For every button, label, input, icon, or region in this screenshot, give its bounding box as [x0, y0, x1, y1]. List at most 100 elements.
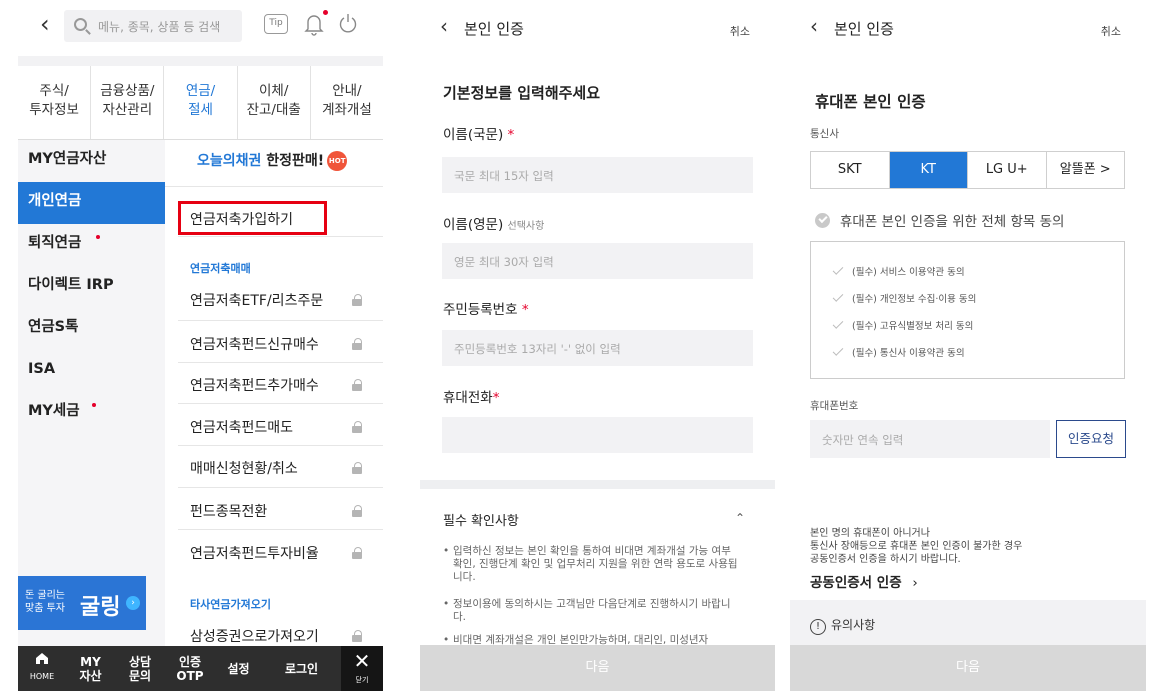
- nav-item-direct-irp[interactable]: 다이렉트 IRP: [18, 266, 165, 308]
- banner-line2: 맞춤 투자: [25, 603, 65, 614]
- notice-bullet: 입력하신 정보는 본인 확인을 통하여 비대면 계좌개설 가능 여부 확인, 진…: [443, 545, 743, 584]
- pension-savings-signup-item[interactable]: 연금저축가입하기: [178, 201, 327, 235]
- new-dot: [92, 403, 96, 407]
- korean-name-label: 이름(국문) *: [443, 127, 515, 143]
- my-assets-button[interactable]: MY 자산: [66, 646, 115, 691]
- search-input[interactable]: 메뉴, 종목, 상품 등 검색: [64, 10, 242, 42]
- menu-item[interactable]: 연금저축펀드투자비율: [190, 543, 370, 563]
- carrier-kt[interactable]: KT: [889, 152, 968, 188]
- left-nav: MY연금자산 개인연금 퇴직연금 다이렉트 IRP 연금S톡 ISA MY세금 …: [18, 140, 165, 646]
- english-name-input[interactable]: 영문 최대 30자 입력: [442, 243, 753, 279]
- bottom-bar: HOME MY 자산 상담 문의 인증 OTP 설정 로그인 ✕ 닫기: [18, 646, 383, 691]
- category-tabs: 주식/투자정보 금융상품/자산관리 연금/절세 이체/잔고/대출 안내/계좌개설: [18, 66, 383, 140]
- term-item[interactable]: (필수) 통신사 이용약관 동의: [832, 345, 965, 359]
- bond-promo[interactable]: 오늘의채권 한정판매! HOT: [197, 150, 348, 171]
- screenshot-root: ‹ 메뉴, 종목, 상품 등 검색 Tip 주식/투자정보 금융상품/자산관리 …: [0, 0, 1156, 691]
- term-item[interactable]: (필수) 고유식별정보 처리 동의: [832, 318, 973, 332]
- page-title: 본인 인증: [834, 20, 894, 38]
- header: ‹ 본인 인증 취소: [790, 0, 1146, 56]
- cancel-button[interactable]: 취소: [730, 23, 750, 39]
- korean-name-input[interactable]: 국문 최대 15자 입력: [442, 157, 753, 193]
- carrier-selector: SKT KT LG U+ 알뜰폰 >: [810, 151, 1125, 189]
- nav-item-my-tax[interactable]: MY세금: [18, 392, 165, 434]
- terms-box: (필수) 서비스 이용약관 동의 (필수) 개인정보 수집·이용 동의 (필수)…: [810, 241, 1125, 379]
- lock-icon: [352, 338, 362, 350]
- divider: [178, 236, 383, 237]
- back-icon[interactable]: ‹: [440, 14, 448, 38]
- hot-badge: HOT: [327, 151, 348, 171]
- agree-all-checkbox[interactable]: 휴대폰 본인 인증을 위한 전체 항목 동의: [815, 210, 1064, 230]
- arrow-right-icon: ›: [126, 596, 140, 610]
- otp-button[interactable]: 인증 OTP: [165, 646, 215, 691]
- required-notice-title: 필수 확인사항: [443, 514, 519, 529]
- notice-line: 공동인증서 인증을 하시기 바랍니다.: [810, 554, 961, 565]
- settings-button[interactable]: 설정: [215, 646, 262, 691]
- nav-item-pension-talk[interactable]: 연금S톡: [18, 308, 165, 350]
- carrier-lgu[interactable]: LG U+: [968, 152, 1047, 188]
- carrier-skt[interactable]: SKT: [811, 152, 890, 188]
- tip-button[interactable]: Tip: [264, 14, 288, 34]
- lock-icon: [352, 294, 362, 306]
- notice-bullet: 정보이용에 동의하시는 고객님만 다음단계로 진행하시기 바랍니다.: [443, 598, 743, 624]
- search-placeholder: 메뉴, 종목, 상품 등 검색: [98, 20, 221, 34]
- consult-button[interactable]: 상담 문의: [115, 646, 165, 691]
- term-item[interactable]: (필수) 서비스 이용약관 동의: [832, 264, 965, 278]
- nav-item-retirement[interactable]: 퇴직연금: [18, 224, 165, 266]
- nav-item-my-pension[interactable]: MY연금자산: [18, 140, 165, 182]
- nav-item-isa[interactable]: ISA: [18, 350, 165, 392]
- tab-products[interactable]: 금융상품/자산관리: [91, 66, 165, 139]
- section-title-trading: 연금저축매매: [190, 262, 251, 275]
- mobile-input[interactable]: [442, 417, 753, 453]
- power-icon[interactable]: [338, 12, 358, 38]
- request-auth-button[interactable]: 인증요청: [1056, 420, 1126, 458]
- divider: [420, 480, 775, 489]
- close-button[interactable]: ✕ 닫기: [341, 646, 383, 691]
- promo-banner[interactable]: 돈 굴리는 맞춤 투자 굴링 ›: [18, 576, 146, 630]
- phone-label: 휴대폰번호: [810, 400, 859, 412]
- close-icon: ✕: [353, 649, 371, 673]
- form-heading: 기본정보를 입력해주세요: [443, 84, 601, 102]
- check-icon: [832, 318, 844, 329]
- resident-number-label: 주민등록번호 *: [443, 302, 529, 318]
- caution-section[interactable]: ! 유의사항: [790, 600, 1146, 646]
- next-button[interactable]: 다음: [420, 645, 775, 691]
- tab-transfer[interactable]: 이체/잔고/대출: [238, 66, 311, 139]
- nav-item-personal-pension[interactable]: 개인연금: [18, 182, 165, 224]
- carrier-mvno[interactable]: 알뜰폰 >: [1047, 152, 1125, 188]
- home-button[interactable]: HOME: [18, 646, 66, 691]
- login-button[interactable]: 로그인: [262, 646, 341, 691]
- back-icon[interactable]: ‹: [810, 14, 818, 38]
- divider: [178, 362, 383, 363]
- submenu: 오늘의채권 한정판매! HOT 연금저축가입하기 연금저축매매 연금저축ETF/리…: [165, 140, 383, 646]
- menu-item[interactable]: 연금저축펀드신규매수: [190, 334, 370, 354]
- certificate-auth-link[interactable]: 공동인증서 인증 ›: [810, 571, 918, 591]
- menu-item[interactable]: 연금저축펀드매도: [190, 417, 370, 437]
- back-icon[interactable]: ‹: [40, 10, 50, 38]
- top-bar: ‹ 메뉴, 종목, 상품 등 검색 Tip: [18, 0, 383, 52]
- banner-brand: 굴링: [80, 595, 121, 620]
- notification-dot: [323, 10, 328, 15]
- chevron-right-icon: ›: [912, 575, 918, 591]
- menu-item[interactable]: 연금저축펀드추가매수: [190, 375, 370, 395]
- english-name-label: 이름(영문) 선택사항: [443, 217, 545, 233]
- menu-item[interactable]: 삼성증권으로가져오기: [190, 626, 370, 646]
- chevron-up-icon[interactable]: ⌃: [735, 511, 745, 525]
- menu-panel: ‹ 메뉴, 종목, 상품 등 검색 Tip 주식/투자정보 금융상품/자산관리 …: [18, 0, 383, 691]
- term-item[interactable]: (필수) 개인정보 수집·이용 동의: [832, 291, 976, 305]
- bell-icon[interactable]: [304, 12, 324, 40]
- cancel-button[interactable]: 취소: [1101, 23, 1121, 39]
- tab-stocks[interactable]: 주식/투자정보: [18, 66, 92, 139]
- menu-item[interactable]: 연금저축ETF/리츠주문: [190, 290, 370, 310]
- divider: [178, 445, 383, 446]
- phone-input[interactable]: 숫자만 연속 입력: [810, 420, 1050, 458]
- resident-number-input[interactable]: 주민등록번호 13자리 '-' 없이 입력: [442, 330, 753, 366]
- tab-guide[interactable]: 안내/계좌개설: [311, 66, 383, 139]
- notice-line: 본인 명의 휴대폰이 아니거나: [810, 528, 930, 539]
- notice-line: 통신사 장애등으로 휴대폰 본인 인증이 불가한 경우: [810, 541, 1023, 552]
- menu-item[interactable]: 매매신청현황/취소: [190, 458, 370, 478]
- tab-pension[interactable]: 연금/절세: [164, 66, 238, 139]
- identity-form-panel: ‹ 본인 인증 취소 기본정보를 입력해주세요 이름(국문) * 국문 최대 1…: [420, 0, 775, 691]
- menu-item[interactable]: 펀드종목전환: [190, 501, 370, 521]
- check-icon: [832, 264, 844, 275]
- next-button[interactable]: 다음: [790, 645, 1146, 691]
